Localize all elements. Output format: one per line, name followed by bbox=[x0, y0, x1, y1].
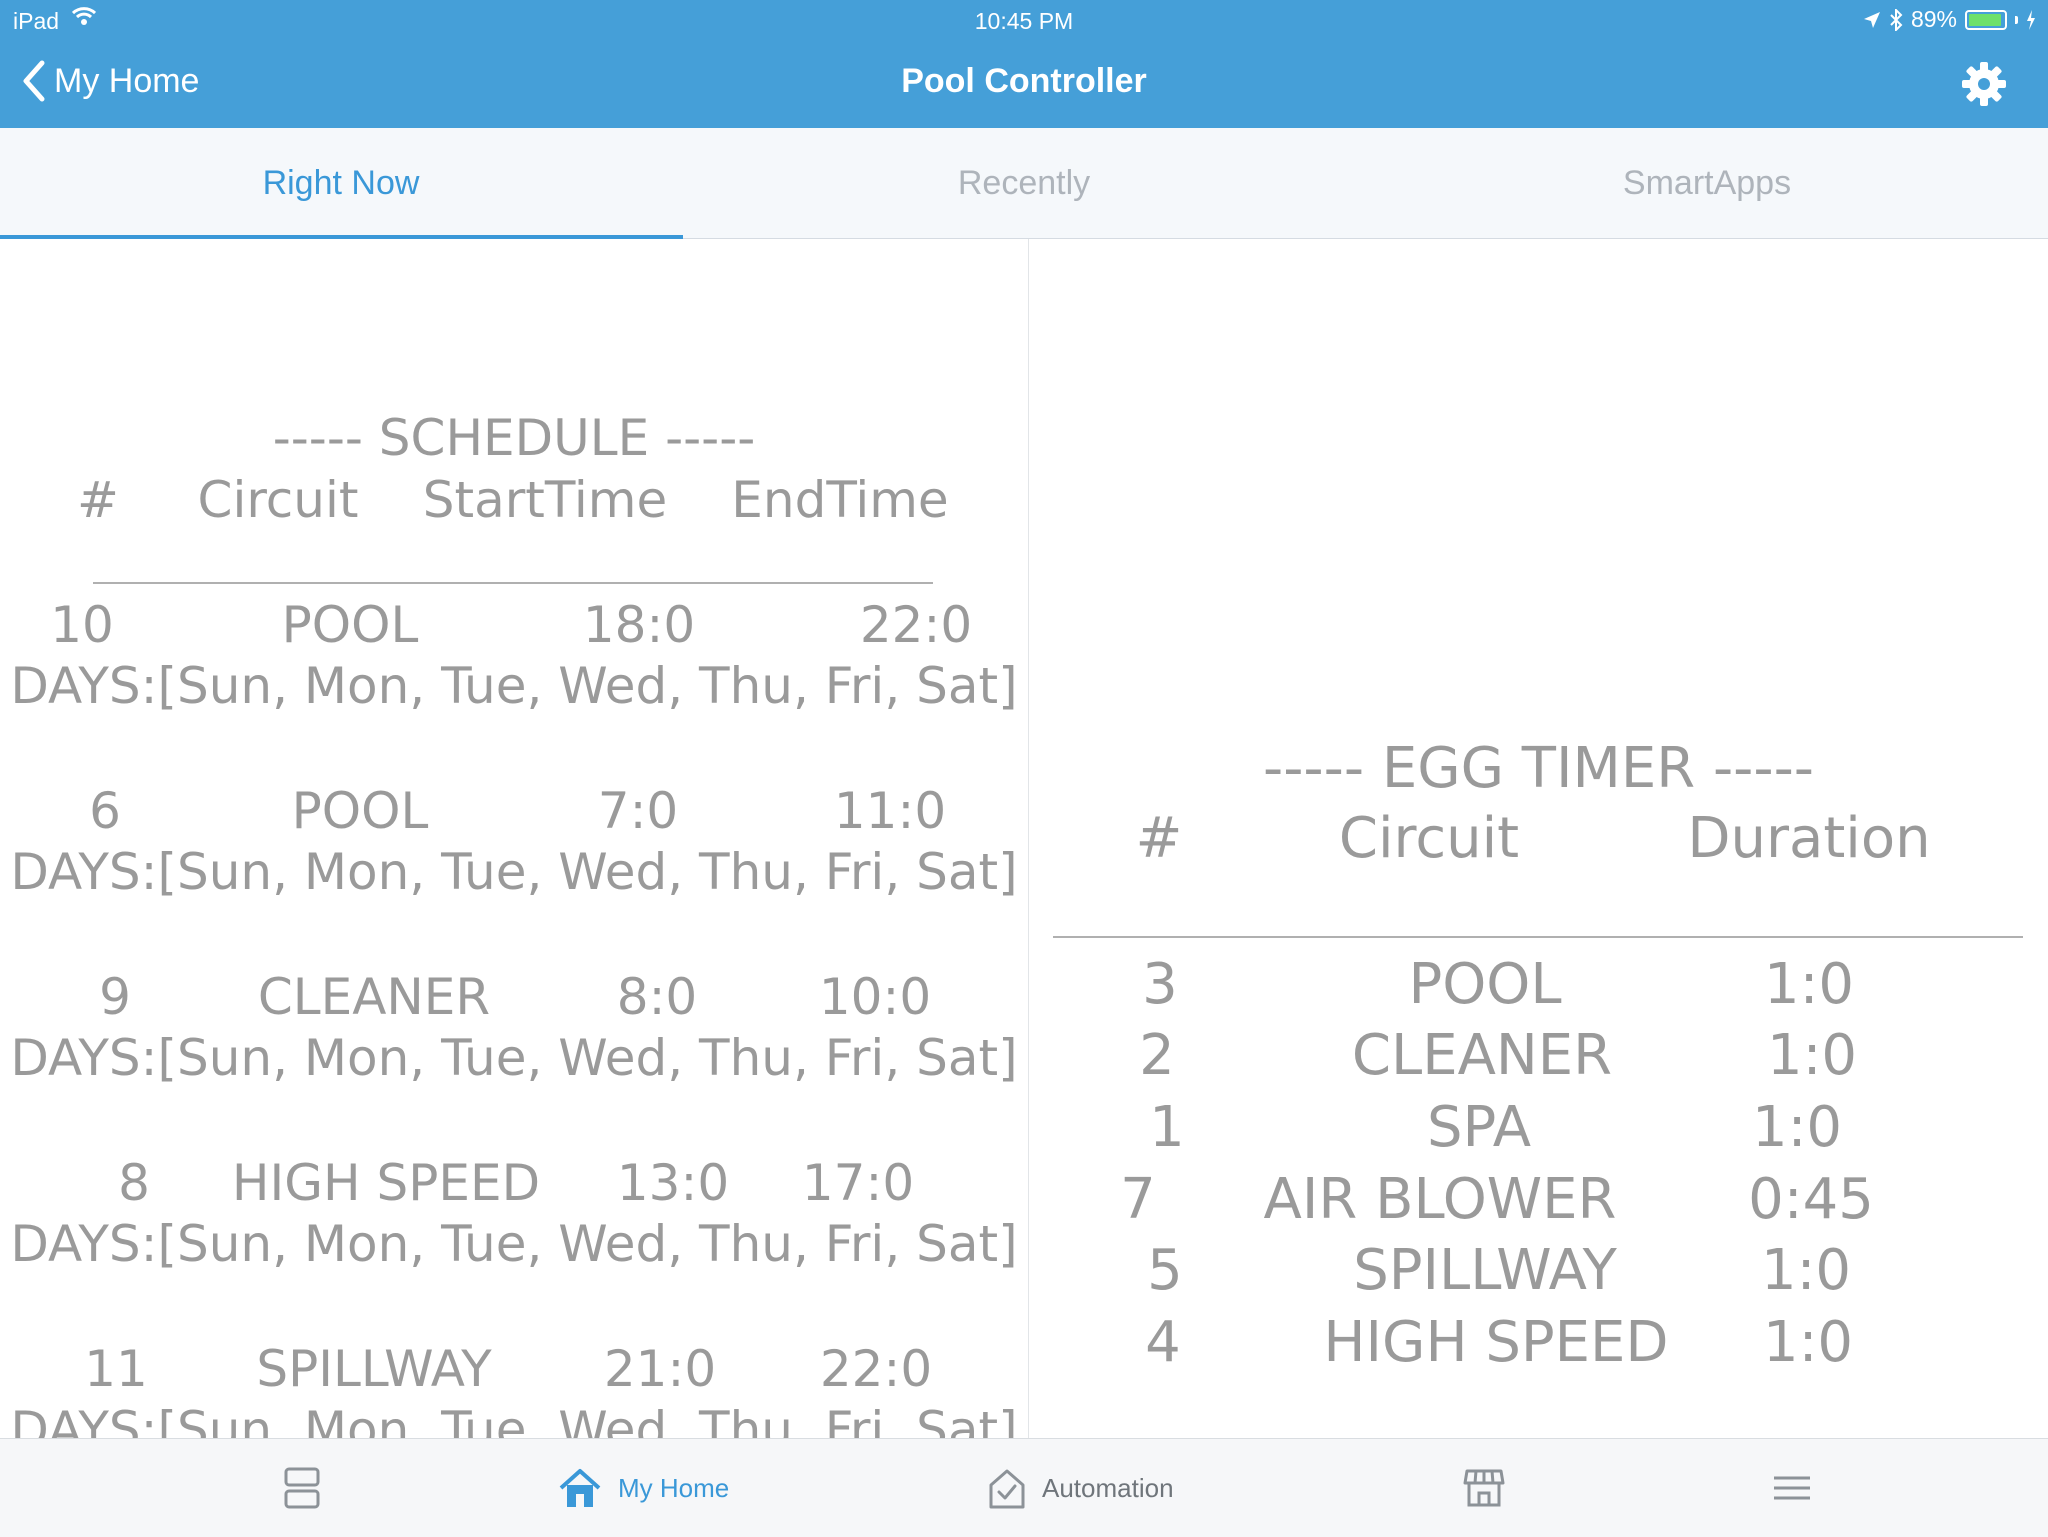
bottom-nav-menu[interactable] bbox=[1772, 1439, 1812, 1537]
schedule-divider bbox=[93, 582, 933, 584]
schedule-panel[interactable]: ----- SCHEDULE ----- # Circuit StartTime… bbox=[0, 239, 1029, 1438]
schedule-circuit: POOL bbox=[281, 596, 419, 654]
schedule-num: 9 bbox=[99, 968, 131, 1026]
schedule-num: 8 bbox=[118, 1154, 150, 1212]
schedule-circuit: CLEANER bbox=[257, 968, 491, 1026]
tab-right-now[interactable]: Right Now bbox=[0, 128, 682, 238]
egg-timer-circuit: CLEANER bbox=[1351, 1023, 1613, 1088]
schedule-start: 18:0 bbox=[582, 596, 696, 654]
gear-icon[interactable] bbox=[1960, 60, 2008, 108]
battery-nub bbox=[2015, 15, 2018, 24]
schedule-end: 22:0 bbox=[819, 1340, 933, 1398]
egg-timer-col-circuit: Circuit bbox=[1338, 806, 1520, 871]
schedule-end: 11:0 bbox=[833, 782, 947, 840]
tab-smartapps[interactable]: SmartApps bbox=[1366, 128, 2048, 238]
schedule-start: 7:0 bbox=[597, 782, 679, 840]
schedule-start: 8:0 bbox=[616, 968, 698, 1026]
menu-icon bbox=[1774, 1476, 1810, 1500]
egg-timer-num: 4 bbox=[1145, 1310, 1181, 1375]
battery-percent: 89% bbox=[1910, 6, 1957, 32]
egg-timer-circuit: AIR BLOWER bbox=[1263, 1167, 1617, 1232]
home-icon bbox=[559, 1469, 601, 1507]
egg-timer-circuit: HIGH SPEED bbox=[1323, 1310, 1669, 1375]
schedule-start: 21:0 bbox=[603, 1340, 717, 1398]
schedule-title: ----- SCHEDULE ----- bbox=[272, 409, 756, 467]
egg-timer-duration: 1:0 bbox=[1766, 1023, 1858, 1088]
egg-timer-num: 1 bbox=[1149, 1095, 1185, 1160]
egg-timer-circuit: POOL bbox=[1408, 952, 1562, 1017]
dashboard-icon bbox=[284, 1467, 320, 1509]
status-bar: iPad 10:45 PM 89% bbox=[0, 0, 2048, 42]
egg-timer-duration: 1:0 bbox=[1763, 952, 1855, 1017]
battery-icon bbox=[1965, 9, 2007, 30]
schedule-days: DAYS:[Sun, Mon, Tue, Wed, Thu, Fri, Sat] bbox=[10, 1401, 1018, 1438]
page-title: Pool Controller bbox=[901, 62, 1147, 100]
top-bar: iPad 10:45 PM 89% My Home Pool Controlle… bbox=[0, 0, 2048, 128]
back-label: My Home bbox=[54, 61, 200, 100]
bottom-nav-my-home-label: My Home bbox=[618, 1472, 730, 1503]
bottom-nav-automation[interactable]: Automation bbox=[988, 1439, 1174, 1537]
egg-timer-duration: 1:0 bbox=[1751, 1095, 1843, 1160]
egg-timer-num: 5 bbox=[1147, 1238, 1183, 1303]
schedule-num: 10 bbox=[50, 596, 114, 654]
main-content: ----- SCHEDULE ----- # Circuit StartTime… bbox=[0, 239, 2048, 1438]
location-icon bbox=[1863, 11, 1880, 28]
back-button[interactable]: My Home bbox=[22, 60, 199, 102]
schedule-end: 17:0 bbox=[801, 1154, 915, 1212]
schedule-num: 11 bbox=[84, 1340, 148, 1398]
status-time: 10:45 PM bbox=[974, 8, 1074, 34]
bottom-nav-my-home[interactable]: My Home bbox=[558, 1439, 729, 1537]
schedule-end: 22:0 bbox=[859, 596, 973, 654]
schedule-col-end: EndTime bbox=[731, 471, 949, 529]
bluetooth-icon bbox=[1890, 8, 1903, 31]
egg-timer-num: 7 bbox=[1120, 1167, 1156, 1232]
egg-timer-num: 3 bbox=[1142, 952, 1178, 1017]
egg-timer-circuit: SPA bbox=[1426, 1095, 1532, 1160]
schedule-col-circuit: Circuit bbox=[197, 471, 359, 529]
schedule-circuit: POOL bbox=[291, 782, 429, 840]
navigation-bar: My Home Pool Controller bbox=[0, 42, 2048, 128]
schedule-days: DAYS:[Sun, Mon, Tue, Wed, Thu, Fri, Sat] bbox=[10, 1215, 1018, 1273]
tab-recently[interactable]: Recently bbox=[683, 128, 1365, 238]
bottom-nav-automation-label: Automation bbox=[1042, 1472, 1174, 1503]
schedule-circuit: SPILLWAY bbox=[256, 1340, 492, 1398]
egg-timer-divider bbox=[1053, 936, 2023, 938]
marketplace-icon bbox=[1463, 1469, 1505, 1507]
egg-timer-panel[interactable]: ----- EGG TIMER ----- # Circuit Duration… bbox=[1029, 239, 2048, 1438]
schedule-days: DAYS:[Sun, Mon, Tue, Wed, Thu, Fri, Sat] bbox=[10, 843, 1018, 901]
egg-timer-col-num: # bbox=[1135, 806, 1183, 871]
egg-timer-duration: 1:0 bbox=[1760, 1238, 1852, 1303]
bottom-nav-dashboard[interactable] bbox=[284, 1439, 320, 1537]
schedule-col-start: StartTime bbox=[422, 471, 668, 529]
schedule-col-num: # bbox=[77, 471, 119, 529]
chevron-left-icon bbox=[23, 60, 45, 102]
automation-icon bbox=[989, 1469, 1025, 1509]
status-right: 89% bbox=[1863, 6, 2036, 33]
bottom-nav-marketplace[interactable] bbox=[1463, 1439, 1505, 1537]
bottom-tab-bar: My Home Automation bbox=[0, 1438, 2048, 1537]
schedule-days: DAYS:[Sun, Mon, Tue, Wed, Thu, Fri, Sat] bbox=[10, 657, 1018, 715]
egg-timer-num: 2 bbox=[1139, 1023, 1175, 1088]
egg-timer-col-duration: Duration bbox=[1687, 806, 1931, 871]
egg-timer-duration: 1:0 bbox=[1762, 1310, 1854, 1375]
charging-icon bbox=[2027, 9, 2035, 30]
schedule-num: 6 bbox=[89, 782, 121, 840]
egg-timer-duration: 0:45 bbox=[1748, 1167, 1874, 1232]
tab-bar: Right Now Recently SmartApps bbox=[0, 128, 2048, 239]
egg-timer-circuit: SPILLWAY bbox=[1353, 1238, 1617, 1303]
schedule-circuit: HIGH SPEED bbox=[231, 1154, 541, 1212]
egg-timer-title: ----- EGG TIMER ----- bbox=[1263, 736, 1814, 801]
schedule-days: DAYS:[Sun, Mon, Tue, Wed, Thu, Fri, Sat] bbox=[10, 1029, 1018, 1087]
schedule-end: 10:0 bbox=[818, 968, 932, 1026]
